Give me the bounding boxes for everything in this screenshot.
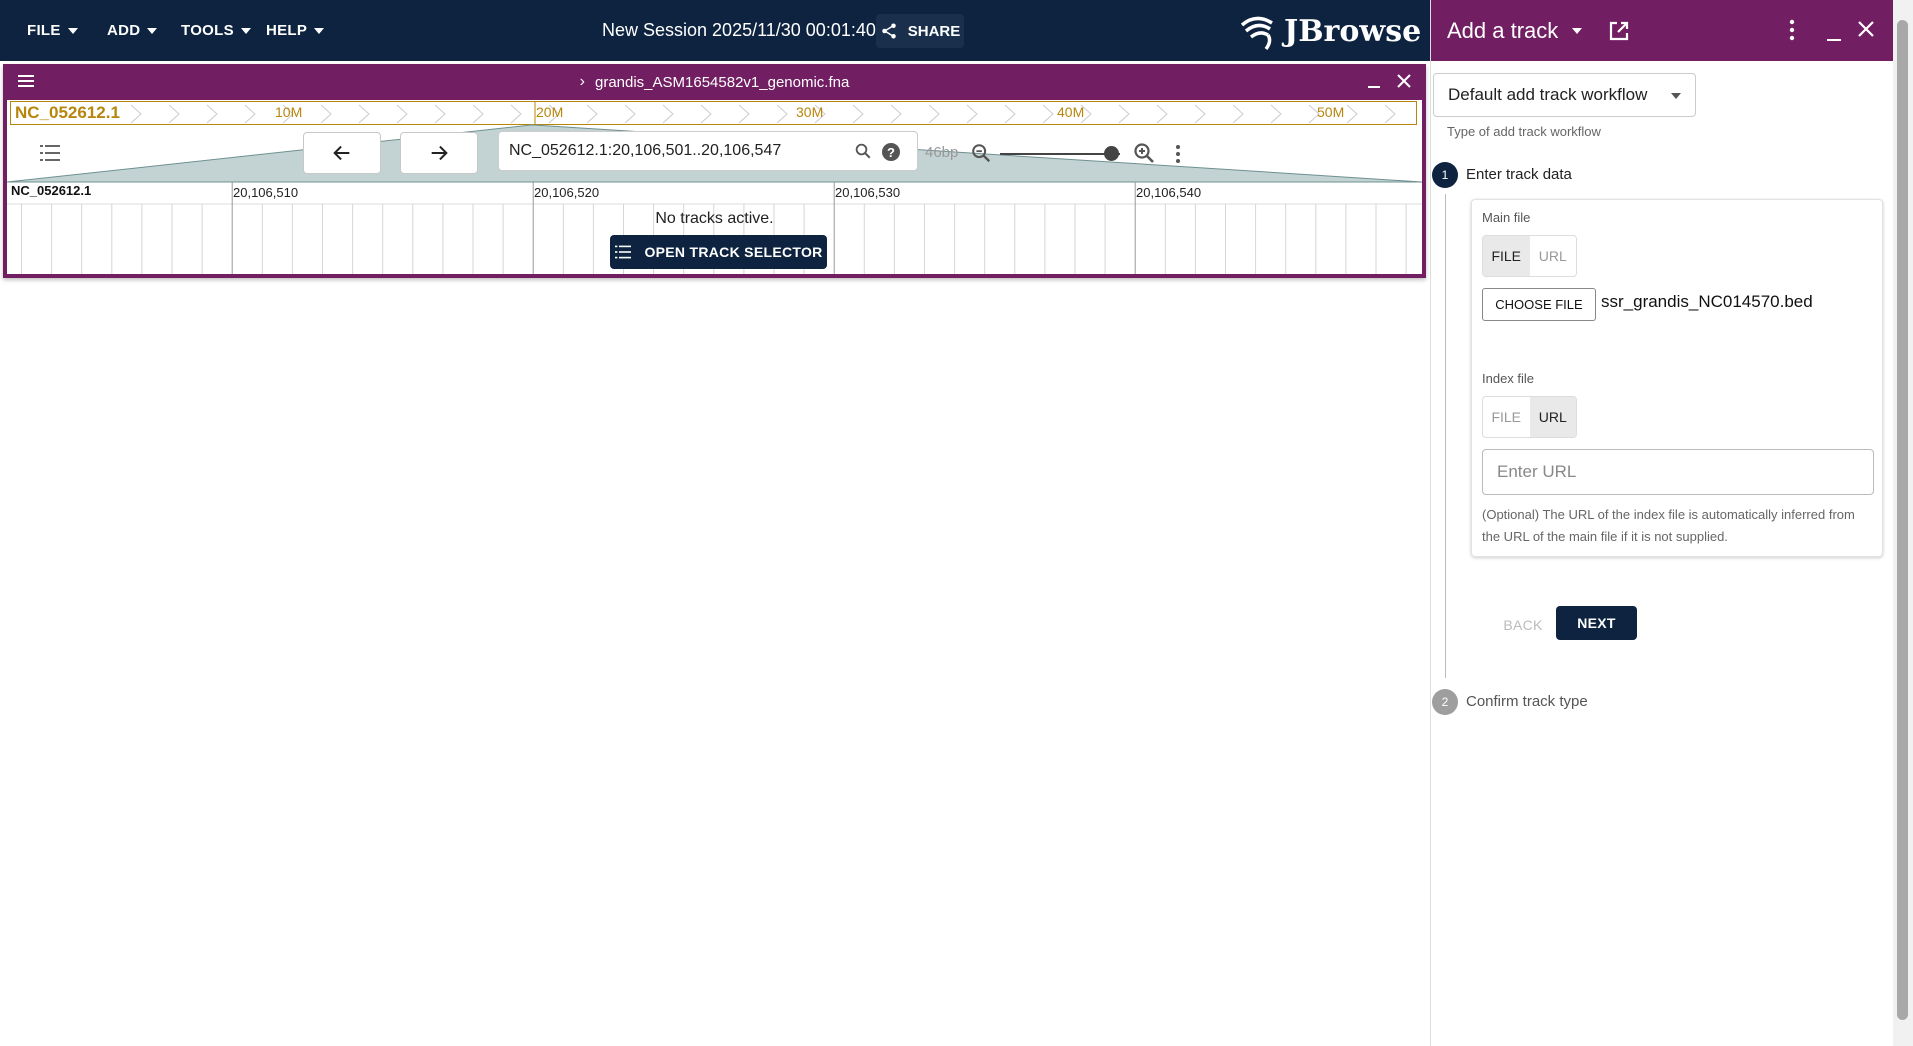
zoom-slider-track[interactable] <box>1000 153 1120 155</box>
drawer-title: Add a track <box>1447 17 1559 43</box>
overview-tick: 10M <box>275 104 303 120</box>
file-menu-label: FILE <box>27 22 61 39</box>
file-menu-button[interactable]: FILE <box>27 0 78 61</box>
open-in-new-icon[interactable] <box>1607 19 1631 43</box>
ruler-label: 20,106,530 <box>835 185 901 200</box>
overview-chevrons <box>130 102 1396 124</box>
overview-tick: 20M <box>536 104 564 120</box>
share-button[interactable]: SHARE <box>876 14 964 48</box>
pan-left-button[interactable] <box>303 132 381 174</box>
tools-menu-label: TOOLS <box>181 22 234 39</box>
main-file-toggle: FILE URL <box>1482 235 1577 277</box>
share-label: SHARE <box>907 22 961 40</box>
ruler-label: 20,106,520 <box>534 185 600 200</box>
tools-menu-button[interactable]: TOOLS <box>181 0 251 61</box>
page-scrollbar-thumb[interactable] <box>1897 20 1908 1020</box>
chevron-right-icon: › <box>579 73 585 90</box>
logo-text: JBrowse <box>1284 13 1422 49</box>
index-file-toggle: FILE URL <box>1482 396 1577 438</box>
caret-down-icon <box>1671 93 1681 99</box>
zoom-slider-thumb[interactable] <box>1104 146 1120 161</box>
overview-tick: 40M <box>1057 104 1085 120</box>
help-menu-button[interactable]: HELP <box>266 0 325 61</box>
ruler-label: 20,106,540 <box>1136 185 1202 200</box>
arrow-left-icon <box>333 145 350 161</box>
minimize-icon[interactable] <box>1826 24 1842 42</box>
session-title[interactable]: New Session 2025/11/30 00:01:40 <box>602 0 876 61</box>
overview-tick: 50M <box>1317 104 1345 120</box>
jbrowse-logo-icon <box>1240 16 1273 51</box>
back-button[interactable]: BACK <box>1491 608 1555 642</box>
workflow-helper-text: Type of add track workflow <box>1447 124 1601 139</box>
ruler-chromosome-label: NC_052612.1 <box>11 183 92 198</box>
more-vertical-icon[interactable] <box>1788 19 1796 41</box>
track-list-icon <box>615 245 632 259</box>
step-1-icon: 1 <box>1432 162 1458 188</box>
jbrowse-logo: JBrowse <box>1238 10 1421 52</box>
next-button[interactable]: NEXT <box>1556 606 1637 640</box>
step-connector <box>1445 194 1446 678</box>
minimize-icon[interactable] <box>1366 74 1382 90</box>
more-vertical-icon[interactable] <box>1174 144 1182 164</box>
view-header: › grandis_ASM1654582v1_genomic.fna <box>3 64 1426 100</box>
add-menu-button[interactable]: ADD <box>107 0 158 61</box>
arrow-right-icon <box>431 145 448 161</box>
search-icon[interactable] <box>854 142 872 160</box>
overview-chromosome-label: NC_052612.1 <box>15 103 120 122</box>
step-1-label: Enter track data <box>1466 166 1572 183</box>
caret-down-icon <box>147 27 158 34</box>
zoom-in-icon[interactable] <box>1132 141 1156 165</box>
app-bar: FILE ADD TOOLS HELP New Session 2025/11/… <box>0 0 1430 61</box>
step-2-label: Confirm track type <box>1466 693 1588 710</box>
view-title[interactable]: › grandis_ASM1654582v1_genomic.fna <box>3 64 1426 100</box>
pan-right-button[interactable] <box>400 132 478 174</box>
track-selector-icon[interactable] <box>39 142 61 164</box>
selected-file-name: ssr_grandis_NC014570.bed <box>1601 292 1813 311</box>
add-track-drawer: Add a track Default add track workflow T… <box>1430 0 1894 1046</box>
main-file-toggle-url[interactable]: URL <box>1530 236 1577 276</box>
index-file-helper-text: (Optional) The URL of the index file is … <box>1482 507 1855 544</box>
open-track-selector-button[interactable]: OPEN TRACK SELECTOR <box>610 235 827 269</box>
track-data-card: Main file FILE URL CHOOSE FILE ssr_grand… <box>1471 199 1883 557</box>
svg-text:?: ? <box>887 145 895 160</box>
index-file-toggle-url[interactable]: URL <box>1529 397 1576 437</box>
close-icon[interactable] <box>1855 18 1877 40</box>
main-file-toggle-file[interactable]: FILE <box>1483 236 1530 276</box>
index-file-toggle-file[interactable]: FILE <box>1483 397 1530 437</box>
choose-file-button[interactable]: CHOOSE FILE <box>1482 288 1596 321</box>
share-icon <box>881 23 896 39</box>
caret-down-icon <box>240 27 251 34</box>
drawer-header: Add a track <box>1431 0 1894 61</box>
workflow-select-value: Default add track workflow <box>1448 85 1648 104</box>
help-menu-label: HELP <box>266 22 308 39</box>
no-tracks-message: No tracks active. <box>655 210 774 227</box>
ruler-label: 20,106,510 <box>233 185 299 200</box>
zoom-bp-label: 46bp <box>925 144 959 161</box>
main-file-label: Main file <box>1482 210 1531 225</box>
index-url-input[interactable]: Enter URL <box>1482 449 1874 495</box>
assembly-name: grandis_ASM1654582v1_genomic.fna <box>594 73 850 91</box>
close-icon[interactable] <box>1395 72 1413 90</box>
linear-genome-view: › grandis_ASM1654582v1_genomic.fna NC_05… <box>3 64 1426 278</box>
step-2-icon: 2 <box>1432 689 1458 715</box>
overview-tick: 30M <box>796 104 824 120</box>
open-track-selector-label: OPEN TRACK SELECTOR <box>644 244 823 260</box>
workflow-select[interactable]: Default add track workflow <box>1433 73 1696 117</box>
index-file-label: Index file <box>1482 371 1535 386</box>
add-menu-label: ADD <box>107 22 141 39</box>
overview-scale-bar[interactable]: NC_052612.1 10M 20M 30M 40M 50M <box>10 101 1417 125</box>
caret-down-icon <box>67 27 78 34</box>
help-icon[interactable]: ? <box>881 142 901 162</box>
caret-down-icon <box>314 27 325 34</box>
drawer-widget-select[interactable]: Add a track <box>1447 0 1583 61</box>
caret-down-icon <box>1572 27 1583 34</box>
zoom-out-icon[interactable] <box>970 142 992 164</box>
